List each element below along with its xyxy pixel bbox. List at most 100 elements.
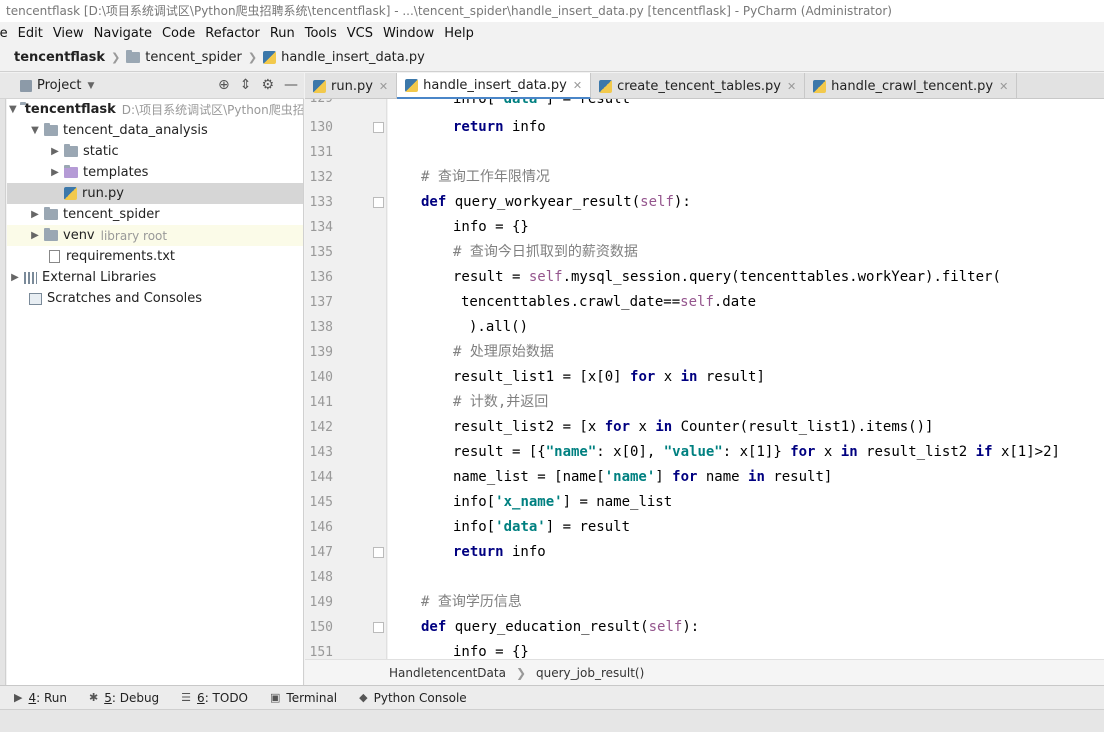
collapse-all-icon[interactable]: ⇕ [240,77,252,93]
nav-crumb-folder[interactable]: tencent_spider [126,50,248,65]
tool-terminal[interactable]: ▣ Terminal [270,691,337,705]
chevron-right-icon[interactable]: ▶ [49,146,61,157]
scratches-icon [29,292,42,305]
tool-python-console[interactable]: ◆ Python Console [359,691,467,705]
fold-marker-icon[interactable] [373,197,384,208]
menu-code[interactable]: Code [158,26,201,41]
python-file-icon [599,79,613,93]
folder-icon [44,228,58,241]
menu-edit[interactable]: Edit [14,26,49,41]
tool-run[interactable]: ▶ 4: Run [14,691,67,705]
code-token: result] [697,369,765,385]
close-icon[interactable]: ✕ [787,80,796,93]
editor-crumb-class[interactable]: HandletencentData [389,666,506,680]
tree-item-tencent-spider[interactable]: ▶ tencent_spider [7,204,303,225]
menu-window[interactable]: Window [379,26,440,41]
code-line-145: info['x_name'] = name_list [453,490,672,515]
python-file-icon [813,79,827,93]
nav-crumb-file-label: handle_insert_data.py [281,50,425,65]
python-file-icon [263,51,277,64]
line-number: 146 [309,520,333,535]
tab-handle-insert-data[interactable]: handle_insert_data.py ✕ [397,73,592,99]
editor-gutter[interactable]: 129 130 131 132 133 134 135 136 137 138 … [305,99,387,659]
menu-help[interactable]: Help [440,26,480,41]
code-token: info [503,544,546,560]
code-token: : x[1]} [722,444,791,460]
tree-item-venv[interactable]: ▶ venv library root [7,225,303,246]
line-number: 137 [309,295,333,310]
code-token: result = [453,269,529,285]
fold-marker-icon[interactable] [373,547,384,558]
tree-item-scratches[interactable]: Scratches and Consoles [7,288,303,309]
editor-tabs: run.py ✕ handle_insert_data.py ✕ create_… [305,73,1104,99]
tree-item-requirements[interactable]: requirements.txt [7,246,303,267]
line-number: 140 [309,370,333,385]
code-token: name_list = [name[ [453,469,605,485]
code-self: self [640,194,674,210]
code-string: 'data' [495,519,546,535]
code-token: ] = result [545,519,631,535]
tree-item-static[interactable]: ▶ static [7,141,303,162]
code-line-142: result_list2 = [x for x in Counter(resul… [453,415,933,440]
nav-crumb-project[interactable]: tencentflask [0,50,111,65]
locate-icon[interactable]: ⊕ [218,77,230,93]
line-number: 142 [309,420,333,435]
chevron-right-icon[interactable]: ▶ [49,167,61,178]
menu-view[interactable]: View [49,26,90,41]
code-line-143: result = [{"name": x[0], "value": x[1]} … [453,440,1060,465]
chevron-right-icon: ❯ [247,51,258,64]
code-token: name [697,469,749,485]
code-string: 'data' [495,99,546,107]
chevron-right-icon[interactable]: ▶ [9,272,21,283]
tree-item-run-py[interactable]: run.py [7,183,303,204]
tool-todo[interactable]: ☰ 6: TODO [181,691,248,705]
line-number: 139 [309,345,333,360]
close-icon[interactable]: ✕ [379,80,388,93]
line-number: 138 [309,320,333,335]
code-token: result] [764,469,833,485]
tab-label: handle_insert_data.py [423,77,567,93]
tab-label: handle_crawl_tencent.py [831,78,994,94]
line-number: 141 [309,395,333,410]
menu-run[interactable]: Run [266,26,301,41]
line-number: 148 [309,570,333,585]
close-icon[interactable]: ✕ [573,79,582,92]
tree-item-external-libraries[interactable]: ▶ External Libraries [7,267,303,288]
tree-item-root[interactable]: ▼ tencentflask D:\项目系统调试区\Python爬虫招 [7,99,303,120]
code-line-146: info['data'] = result [453,515,630,540]
tab-create-tencent-tables[interactable]: create_tencent_tables.py ✕ [591,73,806,99]
left-tool-strip[interactable] [0,73,6,685]
fold-marker-icon[interactable] [373,622,384,633]
nav-crumb-file[interactable]: handle_insert_data.py [263,50,431,65]
chevron-right-icon[interactable]: ▶ [29,209,41,220]
menu-file[interactable]: le [0,26,14,41]
tab-handle-crawl-tencent[interactable]: handle_crawl_tencent.py ✕ [805,73,1018,99]
hide-icon[interactable]: — [284,77,298,93]
close-icon[interactable]: ✕ [999,80,1008,93]
code-editor[interactable]: info['data'] = result return info # 查询工作… [388,99,1104,659]
editor-crumb-method[interactable]: query_job_result() [536,666,644,680]
fold-marker-icon[interactable] [373,122,384,133]
folder-icon [44,123,58,136]
line-number: 132 [309,170,333,185]
tree-item-tencent-data-analysis[interactable]: ▼ tencent_data_analysis [7,120,303,141]
chevron-down-icon[interactable]: ▼ [29,125,41,136]
gear-icon[interactable]: ⚙ [261,77,274,93]
chevron-right-icon[interactable]: ▶ [29,230,41,241]
menu-tools[interactable]: Tools [301,26,343,41]
tree-item-templates[interactable]: ▶ templates [7,162,303,183]
tool-debug[interactable]: ✱ 5: Debug [89,691,159,705]
python-file-icon [405,78,419,92]
menu-vcs[interactable]: VCS [343,26,379,41]
status-bar [0,709,1104,732]
project-panel-title: Project [37,78,82,93]
project-view-selector[interactable]: Project ▼ [20,78,94,93]
tool-label: : Run [36,690,67,705]
nav-crumb-project-label: tencentflask [14,50,106,65]
menu-refactor[interactable]: Refactor [201,26,266,41]
code-token: : x[0], [596,444,664,460]
menu-navigate[interactable]: Navigate [90,26,158,41]
chevron-down-icon[interactable]: ▼ [9,104,17,115]
line-number: 130 [309,120,333,135]
tab-run-py[interactable]: run.py ✕ [305,73,398,99]
